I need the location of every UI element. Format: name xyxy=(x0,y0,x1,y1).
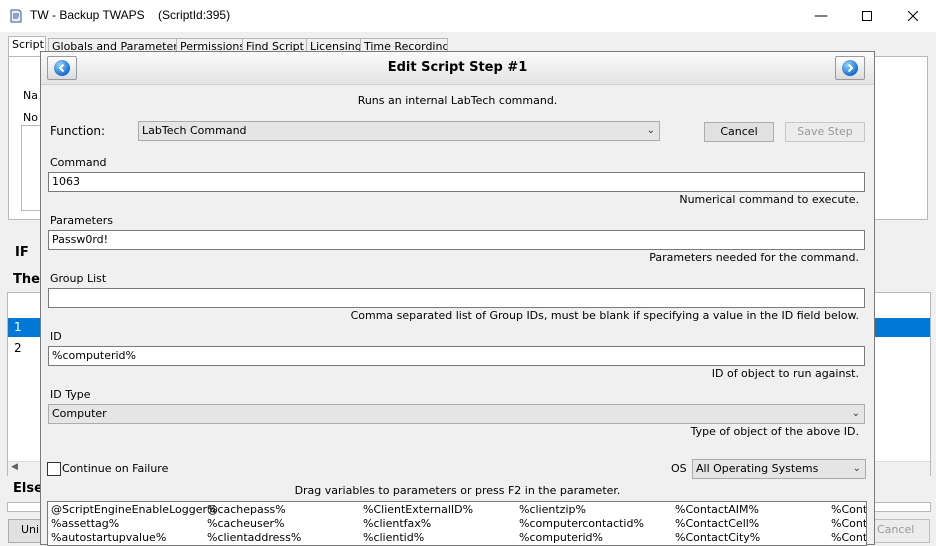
close-icon xyxy=(908,11,918,21)
command-hint: Numerical command to execute. xyxy=(679,193,859,206)
minimize-icon: — xyxy=(814,8,828,24)
variable-item[interactable]: %computerid% xyxy=(519,531,603,544)
arrow-right-icon xyxy=(842,60,858,76)
maximize-button[interactable] xyxy=(844,0,890,32)
continue-on-failure-checkbox[interactable] xyxy=(47,462,61,476)
chevron-down-icon: ⌄ xyxy=(851,408,860,419)
variable-item[interactable]: %Cont xyxy=(831,517,866,530)
continue-on-failure-label: Continue on Failure xyxy=(62,462,169,475)
edit-script-step-dialog: Edit Script Step #1 Runs an internal Lab… xyxy=(40,51,875,546)
function-label: Function: xyxy=(50,124,106,138)
then-section-label: The xyxy=(13,272,40,287)
previous-step-button[interactable] xyxy=(47,56,77,80)
variable-item[interactable]: %clientzip% xyxy=(519,503,586,516)
command-label: Command xyxy=(50,156,107,169)
group-list-label: Group List xyxy=(50,272,107,285)
variable-item[interactable]: %assettag% xyxy=(51,517,119,530)
variable-item[interactable]: %clientaddress% xyxy=(207,531,301,544)
variable-item[interactable]: %Cont xyxy=(831,503,866,516)
script-icon xyxy=(10,9,22,23)
if-section-label: IF xyxy=(15,245,29,260)
chevron-down-icon: ⌄ xyxy=(852,463,861,474)
command-input[interactable]: 1063 xyxy=(48,172,865,192)
next-step-button[interactable] xyxy=(835,56,865,80)
drag-variables-hint: Drag variables to parameters or press F2… xyxy=(294,484,621,497)
function-value: LabTech Command xyxy=(142,124,247,137)
id-type-hint: Type of object of the above ID. xyxy=(690,425,859,438)
cancel-button[interactable]: Cancel xyxy=(704,122,774,142)
title-bar: TW - Backup TWAPS (ScriptId:395) — xyxy=(0,0,936,32)
id-label: ID xyxy=(50,330,62,343)
variable-item[interactable]: %cacheuser% xyxy=(207,517,284,530)
parameters-hint: Parameters needed for the command. xyxy=(649,251,859,264)
variable-item[interactable]: %computercontactid% xyxy=(519,517,644,530)
group-list-hint: Comma separated list of Group IDs, must … xyxy=(350,309,859,322)
variable-item[interactable]: %ContactCell% xyxy=(675,517,759,530)
variable-item[interactable]: %ContactAIM% xyxy=(675,503,759,516)
variable-item[interactable]: %Cont xyxy=(831,531,866,544)
os-value: All Operating Systems xyxy=(696,462,819,475)
id-input[interactable]: %computerid% xyxy=(48,346,865,366)
row-number: 2 xyxy=(14,341,22,355)
chevron-down-icon: ⌄ xyxy=(646,125,655,136)
group-list-input[interactable] xyxy=(48,288,865,308)
variable-item[interactable]: %ClientExternalID% xyxy=(363,503,473,516)
script-id: (ScriptId:395) xyxy=(158,8,231,22)
function-dropdown[interactable]: LabTech Command ⌄ xyxy=(138,121,660,141)
variable-item[interactable]: %clientid% xyxy=(363,531,424,544)
name-label: Na xyxy=(23,89,38,102)
close-window-button[interactable] xyxy=(890,0,936,32)
notes-label: No xyxy=(23,111,38,124)
id-type-value: Computer xyxy=(52,407,107,420)
row-number: 1 xyxy=(14,320,22,334)
maximize-icon xyxy=(862,11,872,21)
parameters-label: Parameters xyxy=(50,214,113,227)
else-section-label: Else xyxy=(13,481,43,496)
variables-list[interactable]: @ScriptEngineEnableLogger@ %cachepass% %… xyxy=(47,501,867,546)
parameters-input[interactable]: Passw0rd! xyxy=(48,230,865,250)
save-step-button[interactable]: Save Step xyxy=(785,122,865,142)
id-type-label: ID Type xyxy=(50,388,91,401)
os-label: OS xyxy=(671,462,687,475)
outer-left-button-label: Uni xyxy=(21,523,40,536)
outer-cancel-label: Cancel xyxy=(877,523,915,536)
dialog-title: Edit Script Step #1 xyxy=(387,60,528,75)
variable-item[interactable]: %autostartupvalue% xyxy=(51,531,166,544)
variable-item[interactable]: %cachepass% xyxy=(207,503,286,516)
id-hint: ID of object to run against. xyxy=(711,367,859,380)
scroll-left-icon[interactable]: ◀ xyxy=(11,462,18,472)
window-title: TW - Backup TWAPS (ScriptId:395) xyxy=(30,8,230,22)
os-dropdown[interactable]: All Operating Systems ⌄ xyxy=(692,459,866,479)
variable-item[interactable]: %clientfax% xyxy=(363,517,431,530)
id-type-dropdown[interactable]: Computer ⌄ xyxy=(48,404,865,424)
dialog-header: Edit Script Step #1 xyxy=(41,52,874,85)
arrow-left-icon xyxy=(54,60,70,76)
minimize-button[interactable]: — xyxy=(798,0,844,32)
variable-item[interactable]: @ScriptEngineEnableLogger@ xyxy=(51,503,218,516)
window-title-text: TW - Backup TWAPS xyxy=(30,8,145,22)
function-description: Runs an internal LabTech command. xyxy=(357,94,558,107)
variable-item[interactable]: %ContactCity% xyxy=(675,531,760,544)
